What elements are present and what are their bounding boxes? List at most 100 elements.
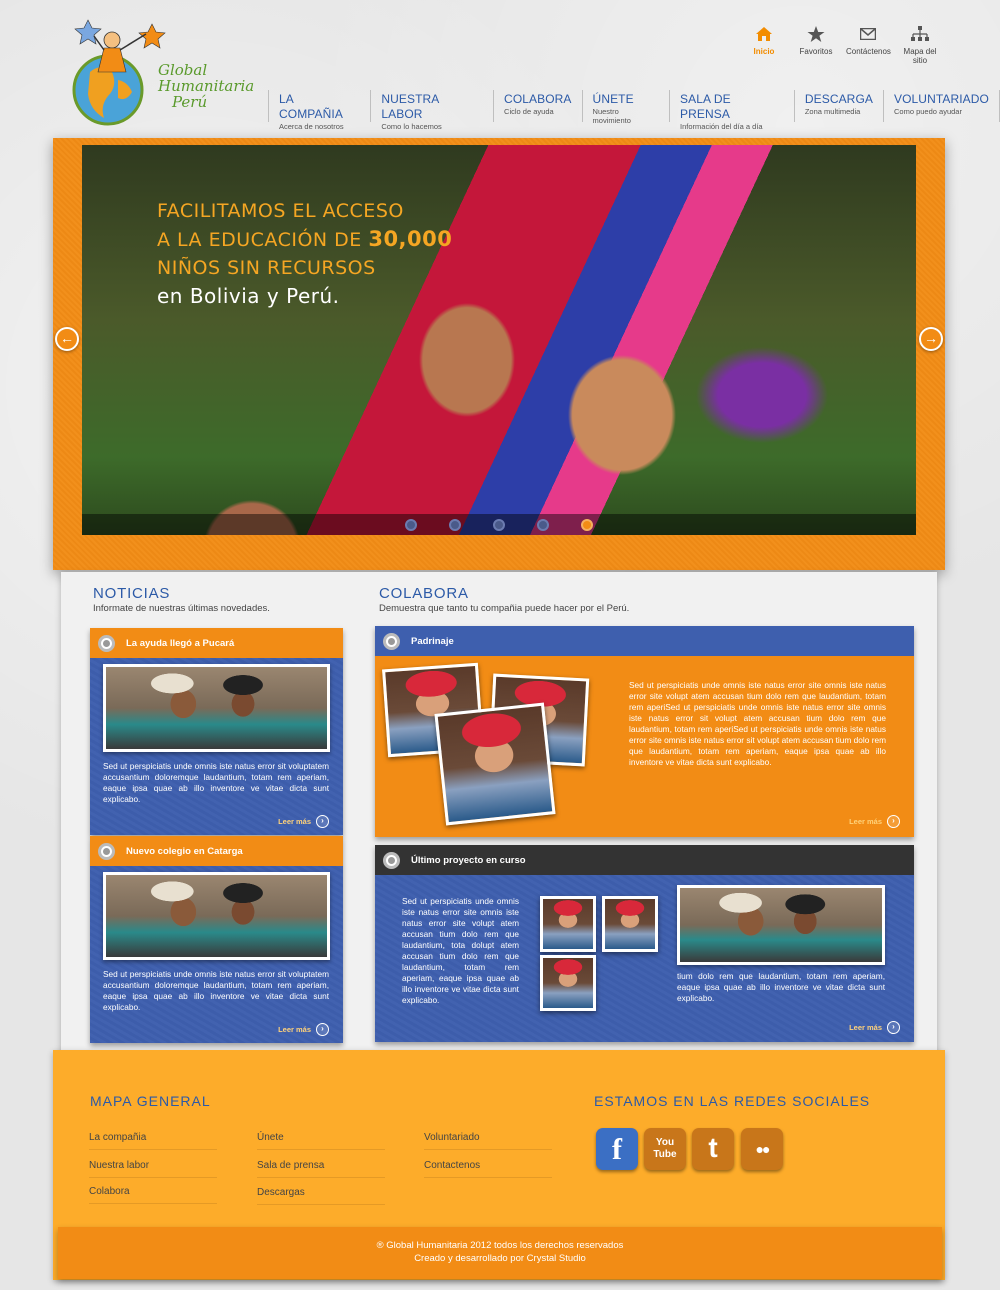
hero-line: en Bolivia y Perú. xyxy=(157,284,340,308)
colabora-title: COLABORA xyxy=(379,585,469,602)
util-mapa[interactable]: Mapa del sitio xyxy=(898,24,942,65)
footer-link[interactable]: Sala de prensa xyxy=(257,1160,385,1178)
nav-subtitle: Ciclo de ayuda xyxy=(504,107,554,116)
news-text: Sed ut perspiciatis unde omnis iste natu… xyxy=(103,761,329,804)
project-thumb[interactable] xyxy=(602,896,658,952)
arrow-right-icon: → xyxy=(924,330,938,346)
logo-line: Global xyxy=(158,61,208,79)
arrow-right-circle-icon: › xyxy=(887,1021,900,1034)
arrow-right-circle-icon: › xyxy=(887,815,900,828)
facebook-icon[interactable]: f xyxy=(596,1128,638,1170)
util-favoritos[interactable]: Favoritos xyxy=(794,24,838,65)
youtube-icon[interactable]: You Tube xyxy=(644,1128,686,1170)
news-card-header[interactable]: Nuevo colegio en Catarga xyxy=(90,836,343,866)
hero-caption: FACILITAMOS EL ACCESO A LA EDUCACIÓN DE … xyxy=(157,197,452,310)
slider-pagination xyxy=(82,514,916,535)
padrinaje-body: Sed ut perspiciatis unde omnis iste natu… xyxy=(375,656,914,837)
colabora-subtitle: Demuestra que tanto tu compañia puede ha… xyxy=(379,603,630,614)
read-more-link[interactable]: Leer más › xyxy=(278,1023,329,1036)
nav-title: NUESTRA LABOR xyxy=(381,92,439,121)
nav-title: DESCARGA xyxy=(804,92,873,106)
project-thumb[interactable] xyxy=(540,955,596,1011)
nav-subtitle: Zona multimedia xyxy=(804,107,861,116)
slider-dot[interactable] xyxy=(449,518,461,531)
footer-link[interactable]: Únete xyxy=(257,1132,385,1150)
twitter-icon[interactable]: t xyxy=(692,1128,734,1170)
padrinaje-header[interactable]: Padrinaje xyxy=(375,626,914,656)
noticias-subtitle: Informate de nuestras últimas novedades. xyxy=(93,603,270,614)
padrinaje-heading: Padrinaje xyxy=(411,635,454,647)
footer-link[interactable]: Descargas xyxy=(257,1187,385,1205)
main-nav: LA COMPAÑIA Acerca de nosotros NUESTRA L… xyxy=(268,90,1000,131)
util-label: Mapa del sitio xyxy=(903,47,937,65)
padrinaje-text: Sed ut perspiciatis unde omnis iste natu… xyxy=(629,680,886,767)
footer-link[interactable]: La compañia xyxy=(89,1132,217,1150)
news-photo[interactable] xyxy=(103,664,330,752)
slider-dot[interactable] xyxy=(493,518,505,531)
footer-link[interactable]: Nuestra labor xyxy=(89,1160,217,1178)
copyright-bar: ® Global Humanitaria 2012 todos los dere… xyxy=(58,1227,942,1279)
project-thumb[interactable] xyxy=(540,896,596,952)
proyecto-text: Sed ut perspiciatis unde omnis iste natu… xyxy=(402,896,519,1005)
nav-subtitle: Nuestro movimiento xyxy=(592,107,631,125)
news-photo[interactable] xyxy=(103,872,330,960)
util-inicio[interactable]: Inicio xyxy=(742,24,786,65)
util-label: Contáctenos xyxy=(846,47,891,56)
nav-item-colabora[interactable]: COLABORA Ciclo de ayuda xyxy=(493,90,582,122)
padrinaje-card: Padrinaje Sed ut perspiciatis unde omnis… xyxy=(375,626,914,837)
nav-subtitle: Acerca de nosotros xyxy=(279,122,344,131)
read-more-link[interactable]: Leer más › xyxy=(849,815,900,828)
footer-link[interactable]: Contactenos xyxy=(424,1160,552,1178)
read-more-label: Leer más xyxy=(849,817,882,826)
radio-bullet-icon xyxy=(98,634,115,652)
nav-item-voluntariado[interactable]: VOLUNTARIADO Como puedo ayudar xyxy=(883,90,1000,122)
hero-slider: FACILITAMOS EL ACCESO A LA EDUCACIÓN DE … xyxy=(53,138,945,570)
noticias-title: NOTICIAS xyxy=(93,585,171,602)
news-card-body: Sed ut perspiciatis unde omnis iste natu… xyxy=(90,866,343,1043)
arrow-right-circle-icon: › xyxy=(316,815,329,828)
nav-item-prensa[interactable]: SALA DE PRENSA Información del día a día xyxy=(669,90,794,131)
footer-link[interactable]: Colabora xyxy=(89,1186,217,1204)
logo-text: Global Humanitaria Perú xyxy=(158,62,254,110)
nav-title: LA COMPAÑIA xyxy=(279,92,343,121)
utility-nav: Inicio Favoritos Contáctenos Mapa del si… xyxy=(742,24,942,65)
flickr-label: ●● xyxy=(755,1141,771,1157)
nav-subtitle: Como lo hacemos xyxy=(381,122,442,131)
flickr-icon[interactable]: ●● xyxy=(741,1128,783,1170)
news-card-header[interactable]: La ayuda llegó a Pucará xyxy=(90,628,343,658)
nav-title: VOLUNTARIADO xyxy=(894,92,989,106)
proyecto-header[interactable]: Último proyecto en curso xyxy=(375,845,914,875)
read-more-link[interactable]: Leer más › xyxy=(278,815,329,828)
read-more-link[interactable]: Leer más › xyxy=(849,1021,900,1034)
news-card: Nuevo colegio en Catarga Sed ut perspici… xyxy=(90,836,343,1043)
sitemap-icon xyxy=(898,24,942,44)
nav-item-descarga[interactable]: DESCARGA Zona multimedia xyxy=(793,90,883,122)
footer-map-title: MAPA GENERAL xyxy=(90,1093,211,1109)
facebook-label: f xyxy=(612,1133,622,1166)
nav-subtitle: Información del día a día xyxy=(680,122,763,131)
star-icon xyxy=(794,24,838,44)
slider-dot-active[interactable] xyxy=(581,518,593,531)
slider-prev-button[interactable]: ← xyxy=(55,327,79,351)
slider-dot[interactable] xyxy=(405,518,417,531)
site-logo[interactable]: Global Humanitaria Perú xyxy=(70,10,270,130)
slider-next-button[interactable]: → xyxy=(919,327,943,351)
news-text: Sed ut perspiciatis unde omnis iste natu… xyxy=(103,969,329,1012)
logo-line: Perú xyxy=(172,93,208,111)
nav-item-compania[interactable]: LA COMPAÑIA Acerca de nosotros xyxy=(268,90,370,131)
util-contactenos[interactable]: Contáctenos xyxy=(846,24,891,65)
proyecto-text-right: tium dolo rem que laudantium, totam rem … xyxy=(677,971,885,1003)
mail-icon xyxy=(846,24,890,44)
nav-item-unete[interactable]: ÚNETE Nuestro movimiento xyxy=(581,90,670,125)
twitter-label: t xyxy=(708,1132,718,1163)
credit-text[interactable]: Creado y desarrollado por Crystal Studio xyxy=(58,1252,942,1265)
project-photo[interactable] xyxy=(677,885,885,965)
hero-photo: FACILITAMOS EL ACCESO A LA EDUCACIÓN DE … xyxy=(82,145,916,535)
slider-dot[interactable] xyxy=(537,518,549,531)
child-photo[interactable] xyxy=(434,702,556,826)
youtube-label: You Tube xyxy=(653,1137,677,1160)
nav-item-labor[interactable]: NUESTRA LABOR Como lo hacemos xyxy=(370,90,493,131)
footer-link[interactable]: Voluntariado xyxy=(424,1132,552,1150)
util-label: Inicio xyxy=(753,47,775,56)
arrow-right-circle-icon: › xyxy=(316,1023,329,1036)
